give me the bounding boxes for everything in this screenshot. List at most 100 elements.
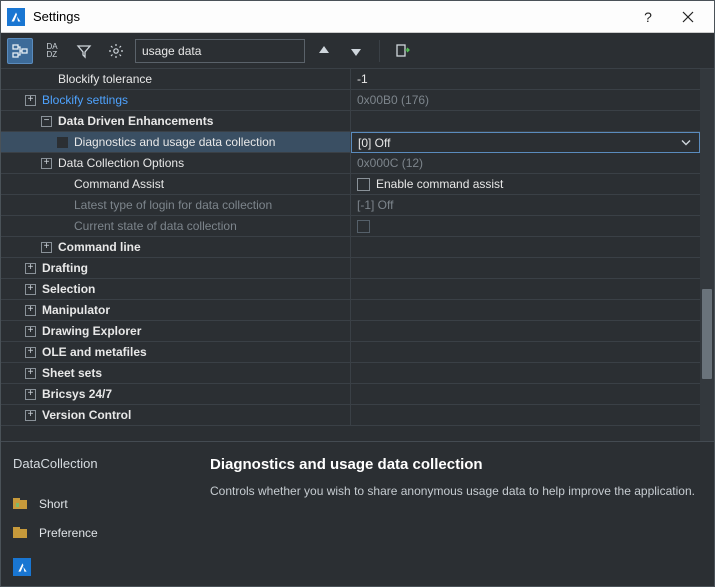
setting-name-cell[interactable]: Current state of data collection (1, 216, 351, 237)
expand-icon[interactable]: + (25, 389, 36, 400)
view-tree-button[interactable] (7, 38, 33, 64)
suggest-pref-label: Preference (39, 526, 98, 540)
setting-label: Selection (42, 282, 95, 296)
expand-icon[interactable]: + (25, 347, 36, 358)
setting-value-cell[interactable] (351, 321, 700, 342)
detail-left: DataCollection Short Preference (1, 442, 206, 586)
titlebar: Settings ? (1, 1, 714, 33)
setting-row[interactable]: Command Assist Enable command assist (1, 174, 700, 195)
setting-name-cell[interactable]: +Bricsys 24/7 (1, 384, 351, 405)
setting-name-cell[interactable]: +Command line (1, 237, 351, 258)
setting-value-cell[interactable] (351, 237, 700, 258)
expand-icon[interactable]: + (25, 368, 36, 379)
setting-row[interactable]: + Selection (1, 279, 700, 300)
setting-name-cell[interactable]: Diagnostics and usage data collection (1, 132, 351, 153)
setting-value-cell[interactable] (351, 111, 700, 132)
setting-row[interactable]: Current state of data collection (1, 216, 700, 237)
setting-name-cell[interactable]: Blockify tolerance (1, 69, 351, 90)
setting-name-cell[interactable]: + Selection (1, 279, 351, 300)
setting-row[interactable]: +Command line (1, 237, 700, 258)
setting-row[interactable]: Blockify tolerance -1 (1, 69, 700, 90)
setting-value: 0x000C (12) (357, 156, 423, 170)
close-button[interactable] (668, 3, 708, 31)
detail-panel: DataCollection Short Preference Diagnost… (1, 441, 714, 586)
setting-row[interactable]: +Version Control (1, 405, 700, 426)
scrollbar-vertical[interactable] (700, 69, 714, 441)
setting-value-cell[interactable]: 0x00B0 (176) (351, 90, 700, 111)
checkbox[interactable] (357, 178, 370, 191)
export-button[interactable] (390, 38, 416, 64)
expand-icon[interactable]: + (25, 305, 36, 316)
setting-value-cell[interactable]: 0x000C (12) (351, 153, 700, 174)
setting-name-cell[interactable]: +Blockify settings (1, 90, 351, 111)
setting-value-cell[interactable]: -1 (351, 69, 700, 90)
setting-name-cell[interactable]: + Drawing Explorer (1, 321, 351, 342)
filter-button[interactable] (71, 38, 97, 64)
setting-value-cell[interactable] (351, 216, 700, 237)
settings-window: Settings ? DADZ Blockify to (0, 0, 715, 587)
setting-row[interactable]: +Bricsys 24/7 (1, 384, 700, 405)
setting-label: Blockify tolerance (58, 72, 152, 86)
setting-name-cell[interactable]: +OLE and metafiles (1, 342, 351, 363)
collapse-icon[interactable]: − (41, 116, 52, 127)
setting-name-cell[interactable]: Command Assist (1, 174, 351, 195)
suggest-preference[interactable]: Preference (13, 521, 194, 547)
setting-value-cell[interactable]: Enable command assist (351, 174, 700, 195)
setting-value-cell[interactable] (351, 300, 700, 321)
suggest-short[interactable]: Short (13, 491, 194, 517)
setting-row[interactable]: Latest type of login for data collection… (1, 195, 700, 216)
setting-label: Latest type of login for data collection (74, 198, 272, 212)
setting-row[interactable]: +Drafting (1, 258, 700, 279)
preference-icon (13, 526, 29, 540)
checkbox (357, 220, 370, 233)
setting-label: Command Assist (74, 177, 164, 191)
setting-row[interactable]: +Data Collection Options 0x000C (12) (1, 153, 700, 174)
expand-icon[interactable]: + (41, 158, 52, 169)
setting-row[interactable]: +OLE and metafiles (1, 342, 700, 363)
expand-icon[interactable]: + (25, 263, 36, 274)
setting-value-cell[interactable] (351, 363, 700, 384)
setting-name-cell[interactable]: +Sheet sets (1, 363, 351, 384)
setting-value-cell[interactable] (351, 279, 700, 300)
detail-description: Controls whether you wish to share anony… (210, 483, 696, 500)
settings-grid[interactable]: Blockify tolerance -1+Blockify settings 0x… (1, 69, 700, 441)
variable-name: DataCollection (13, 456, 194, 471)
setting-row[interactable]: +Blockify settings 0x00B0 (176) (1, 90, 700, 111)
expand-icon[interactable]: + (25, 410, 36, 421)
setting-value-cell[interactable]: [-1] Off (351, 195, 700, 216)
setting-value-cell[interactable] (351, 384, 700, 405)
setting-row[interactable]: +Manipulator (1, 300, 700, 321)
expand-icon[interactable]: + (25, 284, 36, 295)
help-button[interactable]: ? (628, 3, 668, 31)
setting-row[interactable]: + Drawing Explorer (1, 321, 700, 342)
setting-label: Data Driven Enhancements (58, 114, 213, 128)
short-icon (13, 497, 29, 511)
setting-row[interactable]: −Data Driven Enhancements (1, 111, 700, 132)
setting-value: 0x00B0 (176) (357, 93, 429, 107)
expander-spacer (57, 137, 68, 148)
setting-value-cell[interactable] (351, 405, 700, 426)
app-icon (7, 8, 25, 26)
setting-name-cell[interactable]: +Manipulator (1, 300, 351, 321)
search-next-button[interactable] (343, 38, 369, 64)
scrollbar-thumb[interactable] (702, 289, 712, 379)
chevron-down-icon[interactable] (681, 137, 691, 148)
setting-row[interactable]: +Sheet sets (1, 363, 700, 384)
search-input[interactable] (135, 39, 305, 63)
gear-button[interactable] (103, 38, 129, 64)
setting-name-cell[interactable]: +Data Collection Options (1, 153, 351, 174)
sort-az-button[interactable]: DADZ (39, 38, 65, 64)
setting-name-cell[interactable]: +Drafting (1, 258, 351, 279)
setting-name-cell[interactable]: −Data Driven Enhancements (1, 111, 351, 132)
setting-label: Drawing Explorer (42, 324, 141, 338)
setting-name-cell[interactable]: +Version Control (1, 405, 351, 426)
search-prev-button[interactable] (311, 38, 337, 64)
expand-icon[interactable]: + (25, 95, 36, 106)
setting-row[interactable]: Diagnostics and usage data collection[0]… (1, 132, 700, 153)
setting-value-cell[interactable] (351, 342, 700, 363)
expand-icon[interactable]: + (41, 242, 52, 253)
expand-icon[interactable]: + (25, 326, 36, 337)
setting-name-cell[interactable]: Latest type of login for data collection (1, 195, 351, 216)
setting-value-cell[interactable] (351, 258, 700, 279)
setting-value-cell[interactable]: [0] Off (351, 132, 700, 153)
